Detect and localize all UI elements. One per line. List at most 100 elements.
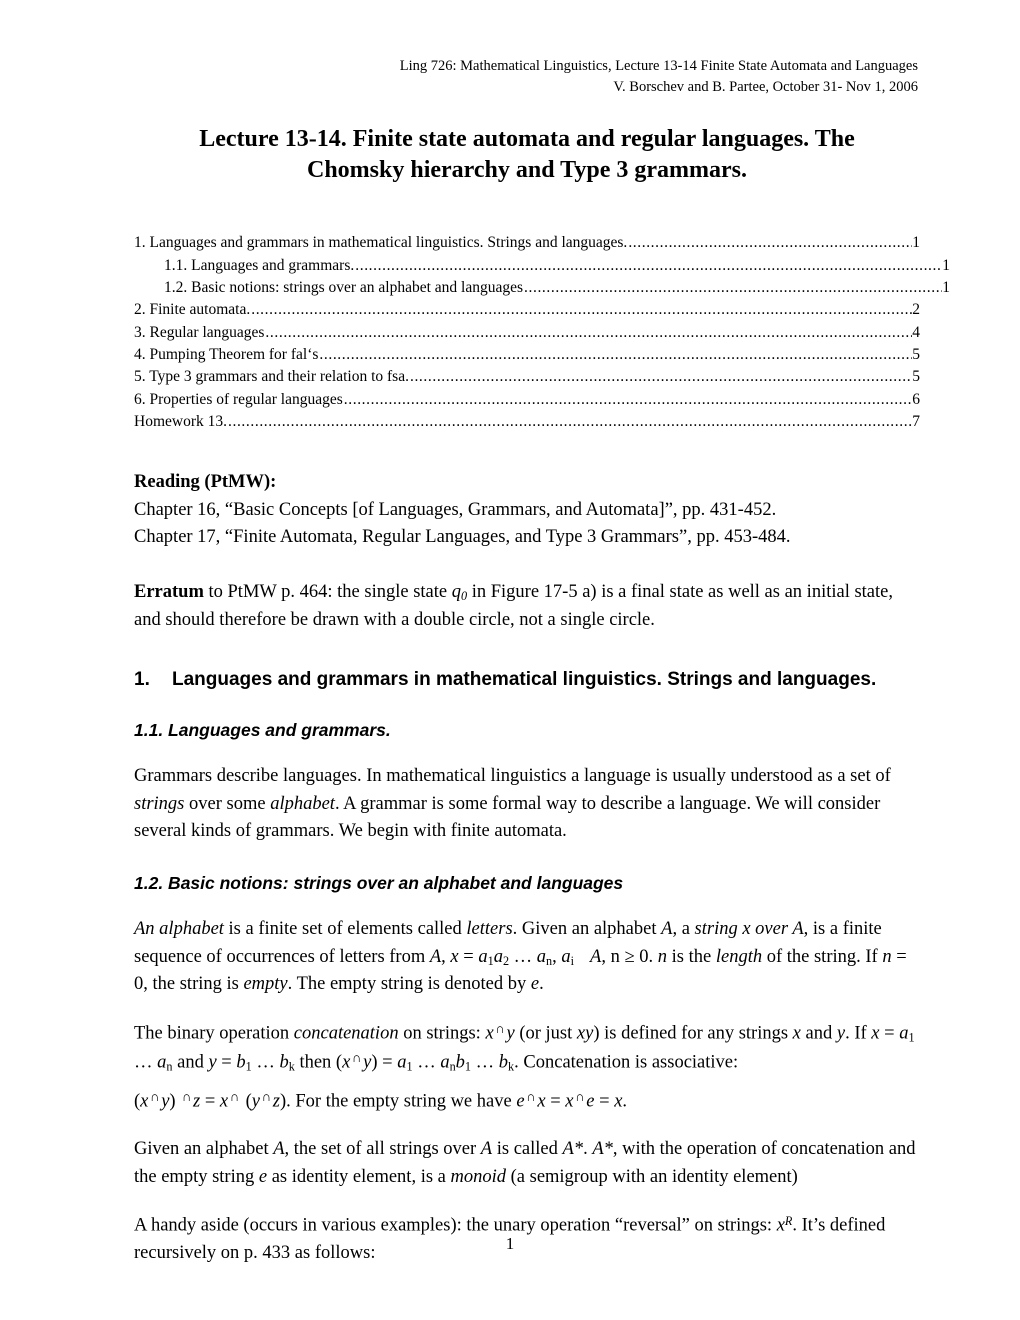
section-heading-1-1: 1.1. Languages and grammars.	[134, 720, 391, 741]
symbol-y: y	[836, 1023, 846, 1044]
text-run: is the	[667, 946, 716, 967]
symbol-A: A	[273, 1139, 285, 1160]
toc-entry[interactable]: 3. Regular languages 4	[134, 322, 920, 344]
text-run: . If	[845, 1023, 872, 1044]
text-run: . The empty string is denoted by	[287, 974, 531, 995]
toc-entry-page: 4	[912, 323, 920, 341]
symbol-a: a	[478, 946, 488, 967]
toc-leader-dots	[410, 366, 912, 388]
toc-entry-page: 1	[912, 234, 920, 252]
symbol-y: y	[208, 1053, 217, 1073]
toc-leader-dots	[251, 299, 912, 321]
toc-entry-page: 6	[912, 390, 920, 408]
emphasis-alphabet: alphabet	[270, 793, 335, 814]
concatenation-operator-icon: ∩	[495, 1021, 505, 1037]
toc-leader-dots	[628, 232, 912, 254]
erratum-text-before: to PtMW p. 464: the single state	[203, 582, 452, 603]
concatenation-operator-icon: ∩	[149, 1088, 160, 1104]
text-run: …	[509, 946, 537, 967]
symbol-a: a	[493, 946, 503, 967]
toc-entry[interactable]: 1.2. Basic notions: strings over an alph…	[134, 277, 950, 299]
symbol-a: a	[440, 1053, 450, 1073]
paragraph-grammars-describe: Grammars describe languages. In mathemat…	[134, 763, 920, 846]
symbol-x: x	[450, 946, 459, 967]
symbol-y: y	[506, 1023, 515, 1044]
concatenation-operator-icon: ∩	[575, 1088, 585, 1104]
text-run: is a finite set of elements called	[223, 918, 467, 939]
toc-leader-dots	[228, 411, 912, 433]
text-run: A handy aside (occurs in various example…	[134, 1215, 777, 1236]
toc-entry-page: 2	[912, 301, 920, 319]
toc-entry-label: 6. Properties of regular languages	[134, 390, 343, 408]
toc-entry-label: 5. Type 3 grammars and their relation to…	[134, 368, 409, 386]
toc-entry-label: 1.2. Basic notions: strings over an alph…	[164, 279, 524, 297]
text-run: …	[412, 1053, 441, 1073]
symbol-x: x	[219, 1091, 229, 1112]
text-run: , a	[672, 918, 695, 939]
symbol-e: e	[530, 974, 540, 995]
symbol-A-star: A*	[562, 1139, 584, 1160]
symbol-e: e	[516, 1091, 525, 1112]
toc-entry-label: 4. Pumping Theorem for fal‘s	[134, 345, 319, 363]
symbol-n: n	[657, 946, 668, 967]
symbol-A: A	[661, 918, 673, 939]
erratum-state-symbol: q	[451, 582, 461, 603]
emphasis-string-x-over-A: string x over A	[694, 918, 804, 939]
symbol-xy: xy	[576, 1023, 594, 1044]
footer-page-number: 1	[505, 1234, 515, 1253]
symbol-x: x	[537, 1091, 546, 1112]
toc-entry-page: 5	[912, 368, 920, 386]
symbol-a: a	[561, 946, 571, 967]
reading-heading: Reading (PtMW):	[134, 472, 277, 493]
concatenation-operator-icon: ∩	[261, 1088, 272, 1104]
toc-entry-label: 2. Finite automata.	[134, 301, 251, 319]
text-run: ) is defined for any strings	[593, 1023, 793, 1044]
toc-entry-label: 1. Languages and grammars in mathematica…	[134, 234, 628, 252]
section-heading-1-2: 1.2. Basic notions: strings over an alph…	[134, 873, 624, 894]
text-run: . Concatenation is associative:	[514, 1053, 739, 1073]
toc-entry-page: 7	[912, 412, 920, 430]
text-run: =	[458, 946, 479, 967]
symbol-n: n	[882, 946, 892, 967]
symbol-b: b	[455, 1053, 465, 1073]
toc-leader-dots	[355, 255, 942, 277]
toc-leader-dots	[524, 277, 942, 299]
toc-entry[interactable]: 1.1. Languages and grammars. 1	[134, 255, 950, 277]
symbol-e: e	[258, 1166, 268, 1187]
emphasis-an-alphabet: An alphabet	[134, 918, 224, 939]
text-run: .	[539, 974, 544, 995]
toc-entry[interactable]: Homework 13. 7	[134, 411, 920, 433]
paragraph-concatenation: The binary operation concatenation on st…	[134, 1019, 920, 1078]
concatenation-operator-icon: ∩	[181, 1088, 192, 1104]
emphasis-empty: empty	[243, 974, 288, 995]
symbol-A: A	[480, 1139, 493, 1160]
symbol-A: A	[429, 946, 442, 967]
toc-entry-label: 1.1. Languages and grammars.	[164, 256, 355, 274]
running-header: Ling 726: Mathematical Linguistics, Lect…	[134, 56, 918, 98]
toc-entry-page: 1	[942, 279, 950, 297]
symbol-x: x	[776, 1215, 785, 1236]
emphasis-letters: letters	[466, 918, 513, 939]
text-run: ) =	[371, 1053, 398, 1073]
section-heading-1: 1. Languages and grammars in mathematical…	[134, 667, 920, 693]
text-run: (or just	[514, 1023, 577, 1044]
toc-entry[interactable]: 4. Pumping Theorem for fal‘s 5	[134, 344, 920, 366]
toc-leader-dots	[319, 344, 912, 366]
text-run: as identity element, is a	[267, 1166, 451, 1187]
emphasis-strings: strings	[134, 793, 185, 814]
symbol-a: a	[157, 1053, 167, 1073]
symbol-a: a	[536, 946, 547, 967]
toc-entry[interactable]: 6. Properties of regular languages 6	[134, 389, 920, 411]
text-run: =	[594, 1091, 615, 1112]
toc-entry[interactable]: 2. Finite automata. 2	[134, 299, 920, 321]
paragraph-associativity: (x ∩y) ∩z = x ∩ (y ∩z). For the empty strin…	[134, 1087, 920, 1116]
toc-entry[interactable]: 5. Type 3 grammars and their relation to…	[134, 366, 920, 388]
subscript-i: i	[570, 953, 575, 968]
text-run: ). For the empty string we have	[279, 1091, 517, 1112]
symbol-z: z	[272, 1091, 280, 1112]
toc-entry[interactable]: 1. Languages and grammars in mathematica…	[134, 232, 920, 254]
text-run: …	[251, 1053, 280, 1073]
concatenation-operator-icon: ∩	[351, 1050, 362, 1066]
text-run: =	[216, 1053, 237, 1073]
text-run: and	[172, 1053, 209, 1073]
